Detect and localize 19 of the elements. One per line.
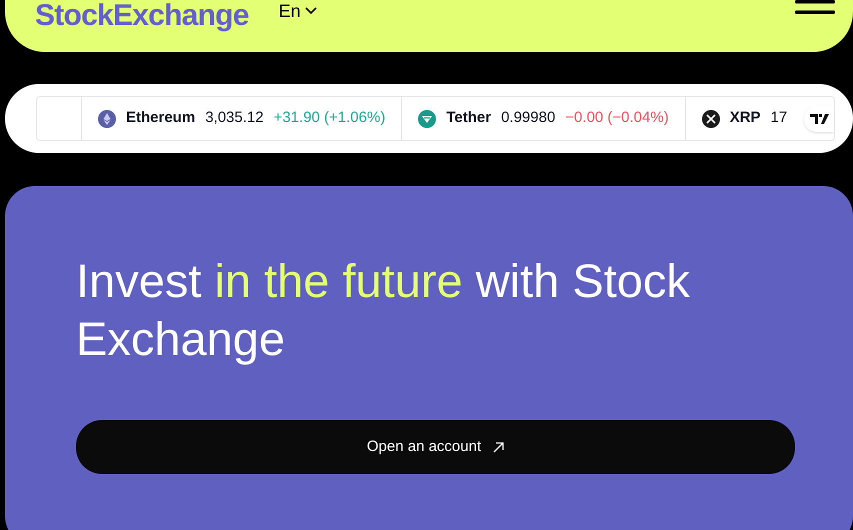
coin-price: 17 [770, 108, 788, 128]
gem-coin-icon [418, 110, 436, 128]
coin-price: 0.99980 [501, 108, 556, 128]
coin-name: XRP [730, 108, 761, 128]
x-coin-icon [702, 110, 720, 128]
diamond-coin-icon [98, 110, 116, 128]
open-account-button[interactable]: Open an account [76, 420, 795, 474]
coin-name: Ethereum [126, 108, 196, 128]
logo-text[interactable]: StockExchange [35, 0, 249, 32]
hero-heading: Invest in the future with Stock Exchange [76, 253, 691, 367]
coin-price: 3,035.12 [205, 108, 264, 128]
chevron-down-icon [304, 7, 317, 15]
coin-name: Tether [446, 108, 492, 128]
arrow-up-right-icon [493, 442, 504, 452]
language-selector[interactable]: En [278, 0, 317, 22]
menu-icon[interactable] [795, 0, 835, 16]
price-change: +31.90 (+1.06%) [274, 108, 386, 128]
price-change: −0.00 (−0.04%) [565, 108, 669, 128]
brand-logo-icon[interactable] [804, 106, 834, 132]
